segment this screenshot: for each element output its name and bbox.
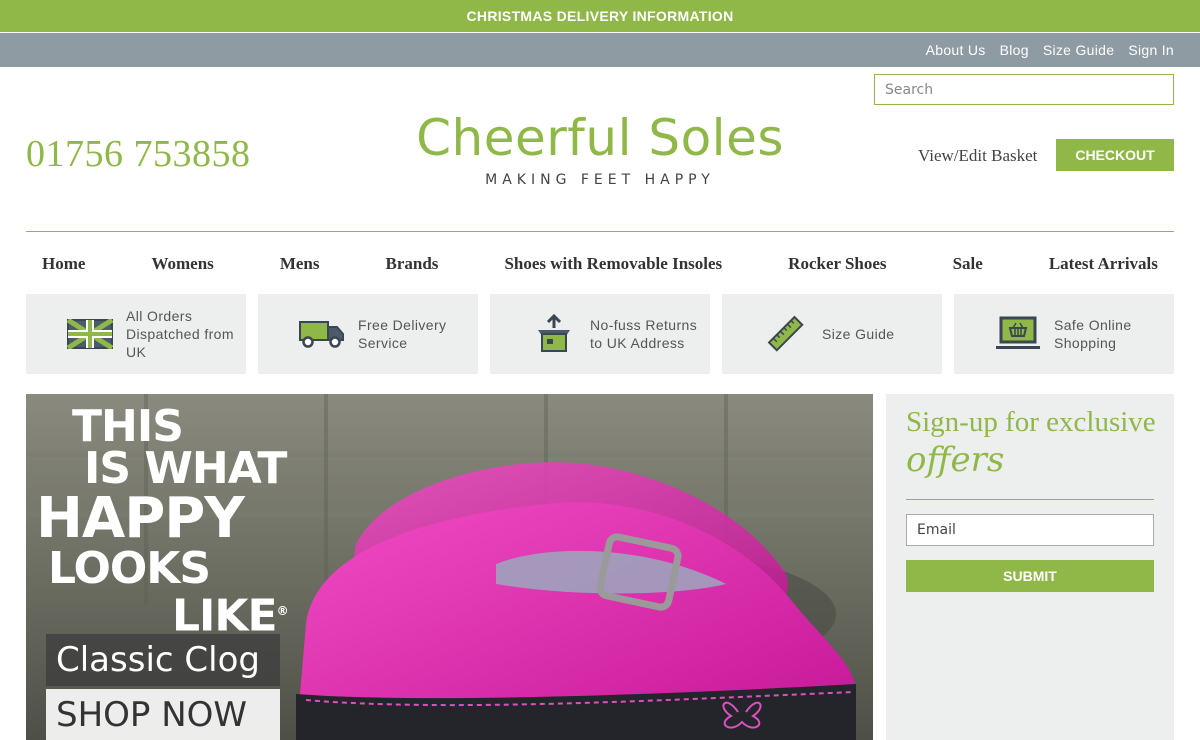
hero-headline: THIS IS WHAT HAPPY LOOKS LIKE® — [36, 401, 289, 642]
nav-brands[interactable]: Brands — [386, 254, 439, 274]
feature-returns: No-fuss Returns to UK Address — [490, 294, 710, 374]
nav-mens[interactable]: Mens — [280, 254, 320, 274]
submit-button[interactable]: SUBMIT — [906, 560, 1154, 592]
feature-text: Free Delivery Service — [358, 317, 447, 351]
feature-text: Size Guide — [822, 326, 895, 342]
checkout-button[interactable]: CHECKOUT — [1056, 139, 1174, 171]
returns-box-icon — [530, 312, 578, 356]
signup-divider — [906, 499, 1154, 500]
blog-link[interactable]: Blog — [1000, 42, 1029, 58]
nav-womens[interactable]: Womens — [151, 254, 213, 274]
uk-flag-icon — [66, 312, 114, 356]
about-us-link[interactable]: About Us — [926, 42, 986, 58]
feature-free-delivery: Free Delivery Service — [258, 294, 478, 374]
shop-now-button[interactable]: SHOP NOW — [46, 689, 280, 740]
feature-uk-dispatch: All Orders Dispatched from UK — [26, 294, 246, 374]
search-input[interactable] — [874, 74, 1174, 105]
laptop-basket-icon — [994, 312, 1042, 356]
newsletter-signup: Sign-up for exclusive offers SUBMIT — [886, 394, 1174, 740]
christmas-delivery-banner[interactable]: CHRISTMAS DELIVERY INFORMATION — [0, 0, 1200, 32]
logo-tagline: MAKING FEET HAPPY — [485, 172, 715, 188]
feature-text: No-fuss Returns to UK Address — [590, 317, 698, 351]
header-divider — [26, 231, 1174, 232]
utility-bar: About Us Blog Size Guide Sign In — [0, 33, 1200, 67]
size-guide-link[interactable]: Size Guide — [1043, 42, 1114, 58]
utility-links: About Us Blog Size Guide Sign In — [926, 33, 1174, 67]
product-name-badge: Classic Clog — [46, 634, 280, 686]
nav-home[interactable]: Home — [42, 254, 85, 274]
site-logo[interactable]: Cheerful Soles MAKING FEET HAPPY — [380, 108, 820, 188]
delivery-truck-icon — [298, 312, 346, 356]
feature-safe-shopping: Safe Online Shopping — [954, 294, 1174, 374]
signup-title: Sign-up for exclusive — [906, 406, 1156, 438]
ruler-icon — [762, 312, 810, 356]
phone-number: 01756 753858 — [26, 133, 251, 175]
email-field[interactable] — [906, 514, 1154, 546]
logo-name: Cheerful Soles — [416, 109, 784, 167]
nav-sale[interactable]: Sale — [953, 254, 983, 274]
hero-banner[interactable]: THIS IS WHAT HAPPY LOOKS LIKE® Classic C… — [26, 394, 873, 740]
feature-size-guide[interactable]: Size Guide — [722, 294, 942, 374]
feature-text: Safe Online Shopping — [1054, 317, 1132, 351]
feature-strip: All Orders Dispatched from UK Free Deliv… — [26, 294, 1174, 374]
feature-text: All Orders Dispatched from UK — [126, 308, 234, 360]
view-basket-link[interactable]: View/Edit Basket — [918, 146, 1037, 166]
nav-rocker-shoes[interactable]: Rocker Shoes — [788, 254, 886, 274]
sign-in-link[interactable]: Sign In — [1128, 42, 1174, 58]
signup-offers-script: offers — [906, 440, 1005, 480]
nav-removable-insoles[interactable]: Shoes with Removable Insoles — [504, 254, 722, 274]
nav-latest-arrivals[interactable]: Latest Arrivals — [1049, 254, 1158, 274]
main-nav: Home Womens Mens Brands Shoes with Remov… — [26, 244, 1174, 284]
